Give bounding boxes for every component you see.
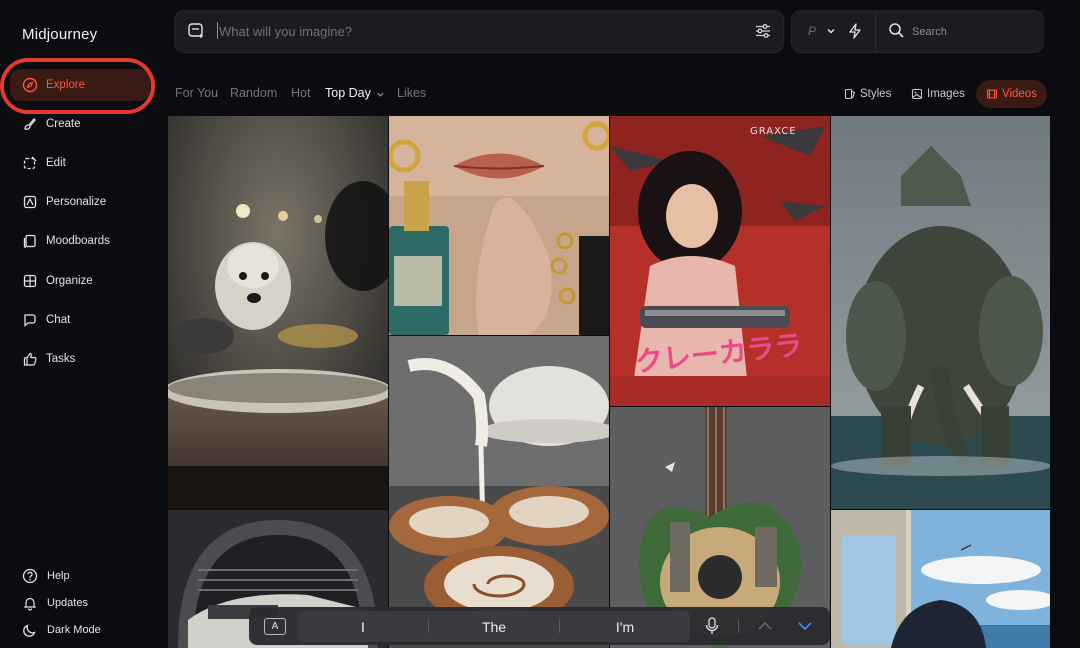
images-button[interactable]: Images bbox=[901, 80, 975, 108]
grid-icon bbox=[23, 274, 37, 288]
compass-icon bbox=[22, 77, 38, 93]
videos-label: Videos bbox=[1002, 88, 1037, 100]
anime-poster-image: GRAXCE クレーカララ bbox=[610, 116, 830, 406]
sidebar-item-label: Chat bbox=[46, 314, 71, 326]
suggestion-word[interactable]: The bbox=[444, 619, 544, 635]
app-window: Midjourney Explore Create Edit Personali… bbox=[0, 0, 1080, 648]
image-add-icon[interactable] bbox=[187, 21, 205, 39]
dark-mode-label: Dark Mode bbox=[47, 624, 101, 636]
app-logo[interactable]: Midjourney bbox=[22, 26, 97, 43]
sidebar-item-explore[interactable]: Explore bbox=[10, 69, 150, 101]
keyboard-separator bbox=[738, 619, 739, 633]
lips-perfume-image bbox=[389, 116, 609, 335]
gallery-image-cinnamon-rolls[interactable] bbox=[389, 336, 609, 648]
sidebar-item-label: Personalize bbox=[46, 196, 107, 208]
sidebar-item-moodboards[interactable]: Moodboards bbox=[10, 225, 150, 257]
search-input[interactable] bbox=[912, 24, 1032, 40]
sidebar-item-organize[interactable]: Organize bbox=[10, 265, 150, 297]
sidebar-item-edit[interactable]: Edit bbox=[10, 147, 150, 179]
chevron-down-icon[interactable] bbox=[376, 90, 385, 99]
gallery-image-lips-perfume[interactable] bbox=[389, 116, 609, 335]
styles-button[interactable]: Styles bbox=[834, 80, 901, 108]
chevron-down-icon[interactable] bbox=[797, 619, 813, 633]
sidebar-item-label: Edit bbox=[46, 157, 66, 169]
brush-icon bbox=[24, 118, 36, 130]
moon-icon bbox=[23, 624, 36, 637]
cinnamon-rolls-image bbox=[389, 336, 609, 648]
suggestion-separator bbox=[428, 619, 429, 633]
microphone-icon[interactable] bbox=[704, 617, 720, 635]
moodboard-icon bbox=[23, 234, 36, 249]
chevron-down-icon[interactable] bbox=[826, 26, 836, 36]
personalize-icon bbox=[23, 195, 37, 209]
sidebar-item-label: Explore bbox=[46, 79, 85, 91]
thumbs-up-icon bbox=[23, 352, 37, 366]
elephant-island-image bbox=[831, 116, 1050, 509]
updates-link[interactable]: Updates bbox=[22, 595, 88, 611]
suggestion-word[interactable]: I'm bbox=[575, 619, 675, 635]
chevron-up-icon[interactable] bbox=[757, 619, 773, 633]
lightning-icon[interactable] bbox=[846, 22, 864, 40]
dog-drummer-image bbox=[168, 116, 388, 509]
sidebar-item-label: Tasks bbox=[46, 353, 76, 365]
anime-window-image bbox=[831, 510, 1050, 648]
suggestion-separator bbox=[559, 619, 560, 633]
sidebar-item-tasks[interactable]: Tasks bbox=[10, 343, 150, 375]
edit-icon bbox=[23, 156, 37, 170]
help-label: Help bbox=[47, 570, 70, 582]
videos-button[interactable]: Videos bbox=[976, 80, 1047, 108]
dark-mode-toggle[interactable]: Dark Mode bbox=[22, 622, 101, 638]
prompt-input[interactable] bbox=[219, 20, 719, 42]
keyboard-switch-key[interactable]: A bbox=[264, 618, 286, 635]
tab-for-you[interactable]: For You bbox=[175, 86, 218, 100]
gallery-image-dog-drummer[interactable] bbox=[168, 116, 388, 509]
tab-top-day[interactable]: Top Day bbox=[325, 86, 371, 100]
video-icon bbox=[986, 89, 998, 99]
bell-icon bbox=[23, 597, 37, 611]
suggestion-word[interactable]: I bbox=[313, 619, 413, 635]
text-caret bbox=[217, 22, 218, 39]
image-icon bbox=[911, 88, 923, 100]
settings-sliders-icon[interactable] bbox=[754, 22, 772, 40]
gallery-image-elephant-island[interactable] bbox=[831, 116, 1050, 509]
help-link[interactable]: Help bbox=[22, 568, 70, 584]
styles-icon bbox=[844, 88, 856, 100]
sidebar-item-label: Moodboards bbox=[46, 235, 110, 247]
chat-icon bbox=[24, 314, 36, 327]
search-icon bbox=[889, 23, 904, 38]
sidebar-item-chat[interactable]: Chat bbox=[10, 304, 150, 336]
personalization-toggle[interactable]: P bbox=[808, 24, 816, 38]
toolbar-divider bbox=[875, 11, 876, 52]
poster-brand-text: GRAXCE bbox=[750, 126, 797, 137]
sidebar: Midjourney Explore Create Edit Personali… bbox=[0, 0, 160, 648]
tab-hot[interactable]: Hot bbox=[291, 86, 310, 100]
tab-likes[interactable]: Likes bbox=[397, 86, 426, 100]
sidebar-item-label: Create bbox=[46, 118, 81, 130]
styles-label: Styles bbox=[860, 88, 892, 100]
sidebar-item-label: Organize bbox=[46, 275, 93, 287]
help-icon bbox=[22, 568, 38, 584]
sidebar-item-create[interactable]: Create bbox=[10, 108, 150, 140]
tab-random[interactable]: Random bbox=[230, 86, 277, 100]
gallery-image-anime-window[interactable] bbox=[831, 510, 1050, 648]
updates-label: Updates bbox=[47, 597, 88, 609]
sidebar-item-personalize[interactable]: Personalize bbox=[10, 186, 150, 218]
images-label: Images bbox=[927, 88, 965, 100]
gallery-image-anime-poster[interactable]: GRAXCE クレーカララ bbox=[610, 116, 830, 406]
